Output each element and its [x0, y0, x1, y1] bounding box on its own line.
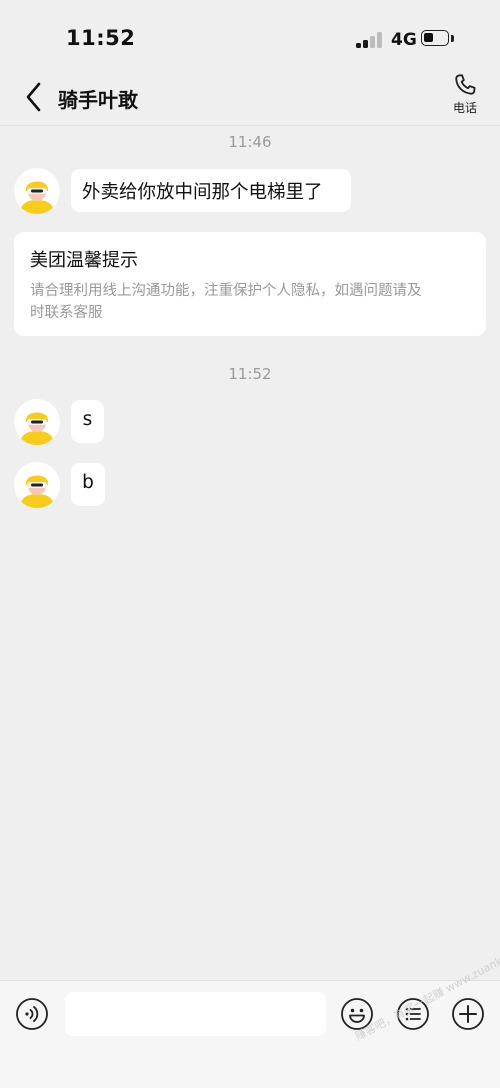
message-bubble[interactable]: 外卖给你放中间那个电梯里了 [71, 169, 351, 212]
timestamp: 11:52 [228, 365, 272, 383]
notice-body-line: 时联系客服 [30, 305, 103, 321]
page-title: 骑手叶敢 [58, 88, 138, 112]
message-input[interactable] [65, 992, 326, 1036]
call-label: 电话 [452, 101, 477, 115]
voice-button[interactable] [15, 997, 49, 1031]
timestamp: 11:46 [228, 133, 272, 151]
rider-avatar[interactable] [14, 399, 60, 445]
rider-avatar[interactable] [14, 168, 60, 214]
status-time: 11:52 [66, 26, 136, 50]
notice-body-line: 请合理利用线上沟通功能，注重保护个人隐私，如遇问题请及 [30, 283, 422, 299]
plus-icon [452, 998, 484, 1030]
battery-icon [421, 30, 449, 46]
call-button[interactable]: 电话 [444, 72, 486, 120]
notice-title: 美团温馨提示 [30, 250, 138, 271]
network-type: 4G [391, 30, 417, 50]
battery-cap [451, 35, 454, 42]
notice-card: 美团温馨提示 请合理利用线上沟通功能，注重保护个人隐私，如遇问题请及 时联系客服 [14, 232, 486, 336]
plus-button[interactable] [451, 997, 485, 1031]
status-bar: 11:52 4G [0, 0, 500, 80]
nav-bar: 骑手叶敢 电话 [0, 70, 500, 126]
notice-body: 请合理利用线上沟通功能，注重保护个人隐私，如遇问题请及 时联系客服 [30, 280, 470, 324]
rider-avatar[interactable] [14, 462, 60, 508]
chat-screen: 11:52 4G 骑手叶敢 电话 11:46 外卖给你放中间那个电梯里了 美团温… [0, 0, 500, 1088]
back-chevron-icon [26, 82, 41, 112]
back-button[interactable] [20, 80, 50, 114]
message-bubble[interactable]: s [71, 400, 104, 443]
voice-icon [16, 998, 48, 1030]
signal-icon [356, 32, 384, 48]
phone-icon [455, 74, 476, 95]
message-bubble[interactable]: b [71, 463, 105, 506]
